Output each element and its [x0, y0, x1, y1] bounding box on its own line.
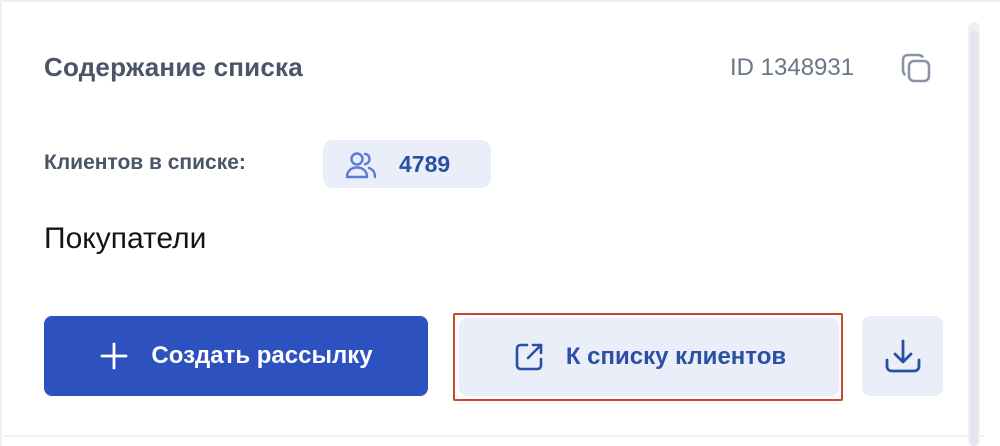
- card-title: Содержание списка: [44, 52, 303, 82]
- to-clients-list-label: К списку клиентов: [565, 343, 787, 370]
- copy-icon[interactable]: [898, 50, 934, 86]
- create-mailing-button[interactable]: Создать рассылку: [44, 316, 428, 396]
- list-id-label: ID 1348931: [730, 54, 855, 81]
- download-button[interactable]: [862, 316, 943, 396]
- list-name: Покупатели: [44, 222, 207, 255]
- clients-count: 4789: [399, 151, 451, 177]
- download-icon: [885, 339, 920, 373]
- users-icon: [345, 152, 377, 179]
- clients-in-list-label: Клиентов в списке:: [44, 151, 246, 174]
- list-content-card: Содержание списка ID 1348931 Клиентов в …: [0, 0, 1000, 446]
- to-clients-list-button[interactable]: К списку клиентов: [459, 318, 839, 396]
- bottom-divider: [4, 435, 984, 437]
- plus-icon: [101, 342, 128, 370]
- create-mailing-label: Создать рассылку: [151, 342, 373, 369]
- scrollbar-thumb[interactable]: [970, 30, 978, 446]
- clients-count-badge: 4789: [323, 140, 491, 188]
- external-link-icon: [515, 343, 543, 371]
